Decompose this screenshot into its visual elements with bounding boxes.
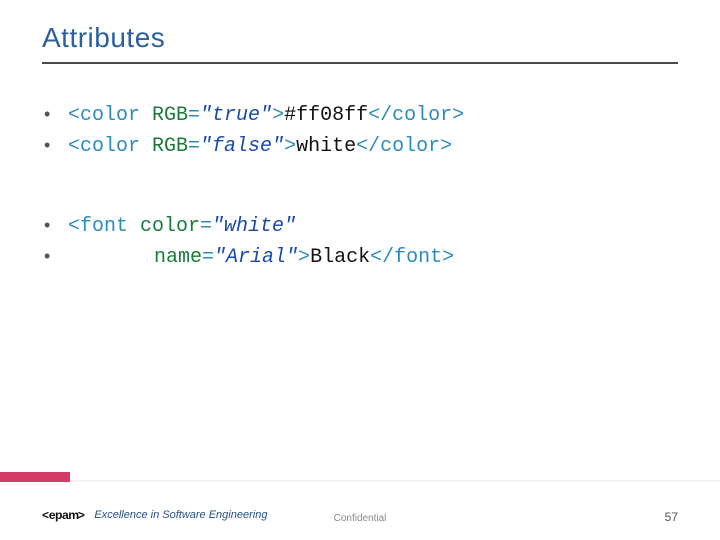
l2-close-open: > <box>284 135 296 158</box>
l3-eq: = <box>200 215 212 238</box>
l1-close-open: > <box>272 104 284 127</box>
l2-close: </color> <box>356 135 452 158</box>
l4-close-open: > <box>298 246 310 269</box>
content-area: • <color RGB="true">#ff08ff</color> • <c… <box>68 100 680 274</box>
l2-text: white <box>296 135 356 158</box>
bullet-icon: • <box>44 243 50 270</box>
l3-attr: color <box>140 215 200 238</box>
bullet-icon: • <box>44 101 50 128</box>
page-number: 57 <box>665 510 678 524</box>
l3-open-tag: <font <box>68 215 140 238</box>
code-line-2: • <color RGB="false">white</color> <box>68 132 680 162</box>
code-line-1: • <color RGB="true">#ff08ff</color> <box>68 101 680 131</box>
l1-close: </color> <box>368 104 464 127</box>
title-rule <box>42 62 678 64</box>
footer-accent <box>0 472 70 482</box>
l1-attr: RGB <box>152 104 188 127</box>
footer: epam Excellence in Software Engineering … <box>0 482 720 540</box>
l1-open-tag: <color <box>68 104 152 127</box>
l2-attr: RGB <box>152 135 188 158</box>
l1-val: "true" <box>200 104 272 127</box>
l4-attr: name <box>154 246 202 269</box>
confidential-label: Confidential <box>0 513 720 524</box>
l2-val: "false" <box>200 135 284 158</box>
l2-open-tag: <color <box>68 135 152 158</box>
l2-eq: = <box>188 135 200 158</box>
spacer <box>68 163 680 211</box>
bullet-icon: • <box>44 132 50 159</box>
l1-text: #ff08ff <box>284 104 368 127</box>
code-line-3: • <font color="white" <box>68 212 680 242</box>
slide-title: Attributes <box>42 22 165 54</box>
code-line-4: • name="Arial">Black</font> <box>68 243 680 273</box>
slide: Attributes • <color RGB="true">#ff08ff</… <box>0 0 720 540</box>
l1-eq: = <box>188 104 200 127</box>
l4-close: </font> <box>370 246 454 269</box>
l4-text: Black <box>310 246 370 269</box>
l4-eq: = <box>202 246 214 269</box>
bullet-icon: • <box>44 212 50 239</box>
l4-val: "Arial" <box>214 246 298 269</box>
l3-val: "white" <box>212 215 296 238</box>
